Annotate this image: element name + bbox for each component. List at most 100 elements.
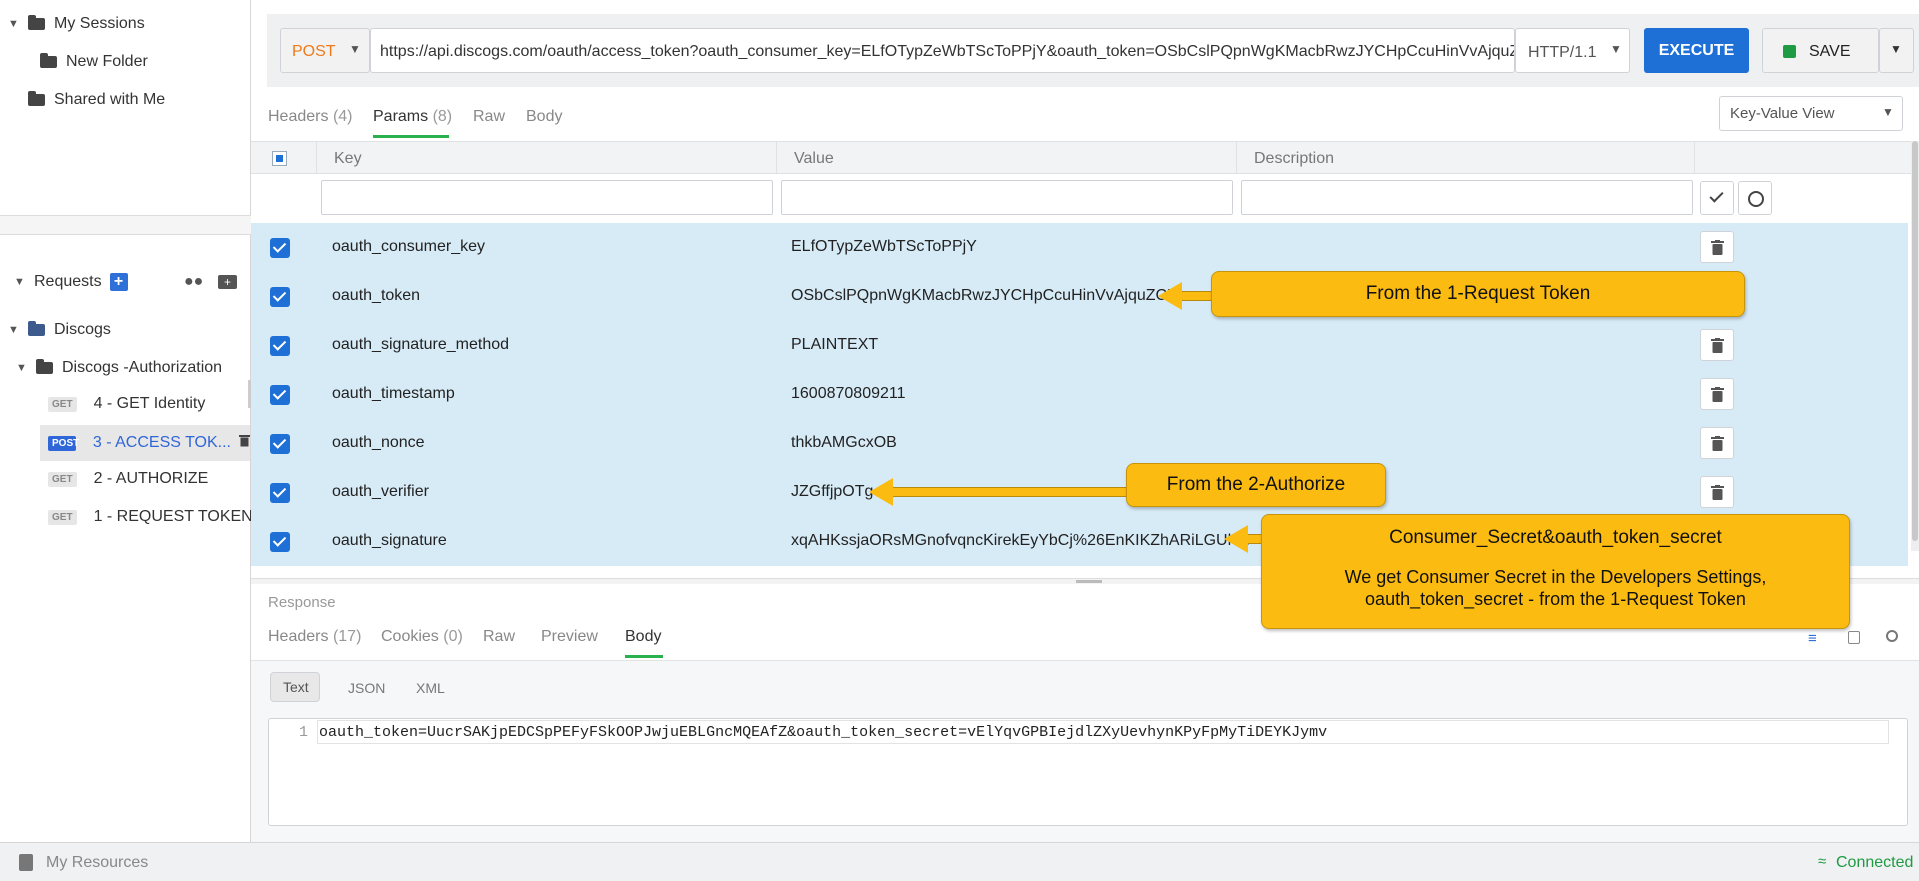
caret-down-icon[interactable]: ▼ bbox=[16, 362, 27, 374]
param-key[interactable]: oauth_consumer_key bbox=[332, 238, 485, 256]
check-icon bbox=[1709, 188, 1724, 203]
column-header-key: Key bbox=[334, 150, 362, 167]
request-item-active[interactable]: POST 3 - ACCESS TOK... bbox=[40, 425, 250, 461]
request-item[interactable]: GET 1 - REQUEST TOKEN bbox=[48, 501, 253, 533]
active-tab-indicator bbox=[373, 135, 449, 138]
format-tab-json[interactable]: JSON bbox=[348, 680, 385, 696]
new-param-description-input[interactable] bbox=[1241, 180, 1693, 215]
active-response-tab-indicator bbox=[625, 655, 663, 658]
resources-icon[interactable] bbox=[19, 854, 33, 871]
new-param-value-input[interactable] bbox=[781, 180, 1233, 215]
param-key[interactable]: oauth_verifier bbox=[332, 483, 429, 501]
row-checkbox[interactable] bbox=[270, 287, 290, 307]
format-tab-text[interactable]: Text bbox=[270, 672, 320, 702]
callout-arrow-head bbox=[1224, 525, 1248, 553]
team-icon[interactable]: ●● bbox=[184, 273, 203, 291]
param-value[interactable]: JZGffjpOTg bbox=[791, 483, 873, 501]
param-value[interactable]: xqAHKssjaORsMGnofvqncKirekEyYbCj%26EnKIK… bbox=[791, 532, 1250, 550]
delete-param-button[interactable] bbox=[1700, 476, 1734, 508]
row-checkbox[interactable] bbox=[270, 336, 290, 356]
copy-icon[interactable] bbox=[1848, 631, 1860, 644]
request-item[interactable]: GET 2 - AUTHORIZE bbox=[48, 463, 208, 495]
param-value[interactable]: 1600870809211 bbox=[791, 385, 906, 403]
row-checkbox[interactable] bbox=[270, 532, 290, 552]
requests-header[interactable]: ▼ Requests + ●● + bbox=[14, 266, 250, 298]
protocol-select[interactable]: HTTP/1.1 ▼ bbox=[1515, 28, 1630, 73]
table-row[interactable]: oauth_signature_method PLAINTEXT bbox=[251, 321, 1908, 370]
chevron-down-icon: ▼ bbox=[1890, 42, 1902, 56]
trash-icon bbox=[1711, 485, 1724, 500]
param-key[interactable]: oauth_signature_method bbox=[332, 336, 509, 354]
wrap-icon[interactable]: ≡ bbox=[1808, 630, 1817, 647]
delete-param-button[interactable] bbox=[1700, 231, 1734, 263]
table-row[interactable]: oauth_consumer_key ELfOTypZeWbTScToPPjY bbox=[251, 223, 1908, 272]
response-code-editor[interactable]: 1 oauth_token=UucrSAKjpEDCSpPEFyFSkOOPJw… bbox=[268, 718, 1908, 826]
tree-shared-with-me[interactable]: Shared with Me bbox=[28, 84, 165, 116]
response-tab-headers[interactable]: Headers (17) bbox=[268, 628, 361, 646]
request-item-label: 1 - REQUEST TOKEN bbox=[93, 508, 253, 525]
execute-button[interactable]: EXECUTE bbox=[1644, 28, 1749, 73]
param-value[interactable]: ELfOTypZeWbTScToPPjY bbox=[791, 238, 977, 256]
tab-body[interactable]: Body bbox=[526, 108, 562, 126]
callout-arrow-head bbox=[869, 478, 893, 506]
cancel-param-button[interactable] bbox=[1738, 181, 1772, 215]
params-table-header: Key Value Description bbox=[251, 141, 1914, 174]
folder-icon bbox=[40, 53, 57, 68]
request-item-label: 4 - GET Identity bbox=[93, 395, 206, 412]
caret-down-icon[interactable]: ▼ bbox=[14, 276, 25, 288]
chevron-down-icon: ▼ bbox=[1882, 105, 1894, 119]
callout-arrow bbox=[1178, 291, 1212, 301]
param-key[interactable]: oauth_timestamp bbox=[332, 385, 455, 403]
tree-my-sessions[interactable]: ▼ My Sessions bbox=[8, 8, 145, 40]
view-mode-select[interactable]: Key-Value View ▼ bbox=[1719, 96, 1903, 131]
param-value[interactable]: PLAINTEXT bbox=[791, 336, 878, 354]
tab-headers[interactable]: Headers (4) bbox=[268, 108, 353, 126]
save-options-button[interactable]: ▼ bbox=[1879, 28, 1914, 73]
trash-icon[interactable] bbox=[239, 434, 250, 452]
response-tab-body[interactable]: Body bbox=[625, 628, 661, 646]
param-key[interactable]: oauth_token bbox=[332, 287, 420, 305]
my-resources-label[interactable]: My Resources bbox=[46, 854, 148, 872]
folder-label: Discogs -Authorization bbox=[62, 359, 223, 376]
request-item[interactable]: GET 4 - GET Identity bbox=[48, 388, 205, 420]
folder-open-icon bbox=[36, 359, 53, 374]
tab-raw[interactable]: Raw bbox=[473, 108, 505, 126]
delete-param-button[interactable] bbox=[1700, 378, 1734, 410]
main-panel: POST ▼ https://api.discogs.com/oauth/acc… bbox=[251, 0, 1919, 842]
caret-down-icon[interactable]: ▼ bbox=[8, 18, 19, 30]
params-scrollbar[interactable] bbox=[1911, 141, 1919, 551]
row-checkbox[interactable] bbox=[270, 483, 290, 503]
caret-down-icon[interactable]: ▼ bbox=[8, 324, 19, 336]
tree-discogs[interactable]: ▼ Discogs bbox=[8, 314, 111, 346]
search-icon[interactable] bbox=[1886, 630, 1898, 642]
url-input[interactable]: https://api.discogs.com/oauth/access_tok… bbox=[370, 28, 1515, 73]
select-all-checkbox[interactable] bbox=[272, 151, 287, 166]
add-request-icon[interactable]: + bbox=[109, 273, 128, 291]
save-label: SAVE bbox=[1809, 43, 1851, 60]
row-checkbox[interactable] bbox=[270, 385, 290, 405]
delete-param-button[interactable] bbox=[1700, 427, 1734, 459]
line-number: 1 bbox=[299, 724, 309, 741]
my-sessions-label: My Sessions bbox=[54, 15, 145, 32]
tree-discogs-authorization[interactable]: ▼ Discogs -Authorization bbox=[16, 352, 222, 384]
tree-new-folder[interactable]: New Folder bbox=[40, 46, 148, 78]
row-checkbox[interactable] bbox=[270, 238, 290, 258]
response-tab-preview[interactable]: Preview bbox=[541, 628, 598, 646]
response-tab-raw[interactable]: Raw bbox=[483, 628, 515, 646]
param-key[interactable]: oauth_nonce bbox=[332, 434, 425, 452]
format-tab-xml[interactable]: XML bbox=[416, 680, 445, 696]
new-param-key-input[interactable] bbox=[321, 180, 773, 215]
table-row[interactable]: oauth_nonce thkbAMGcxOB bbox=[251, 419, 1908, 468]
save-button[interactable]: SAVE bbox=[1762, 28, 1879, 73]
method-select[interactable]: POST ▼ bbox=[280, 28, 370, 73]
table-row[interactable]: oauth_timestamp 1600870809211 bbox=[251, 370, 1908, 419]
param-value[interactable]: thkbAMGcxOB bbox=[791, 434, 897, 452]
confirm-param-button[interactable] bbox=[1700, 181, 1734, 215]
add-folder-icon[interactable]: + bbox=[218, 275, 237, 289]
response-tab-cookies[interactable]: Cookies (0) bbox=[381, 628, 463, 646]
tab-params[interactable]: Params (8) bbox=[373, 108, 452, 126]
param-value[interactable]: OSbCslPQpnWgKMacbRwzJYCHpCcuHinVvAjquZCX bbox=[791, 287, 1178, 305]
param-key[interactable]: oauth_signature bbox=[332, 532, 447, 550]
row-checkbox[interactable] bbox=[270, 434, 290, 454]
delete-param-button[interactable] bbox=[1700, 329, 1734, 361]
